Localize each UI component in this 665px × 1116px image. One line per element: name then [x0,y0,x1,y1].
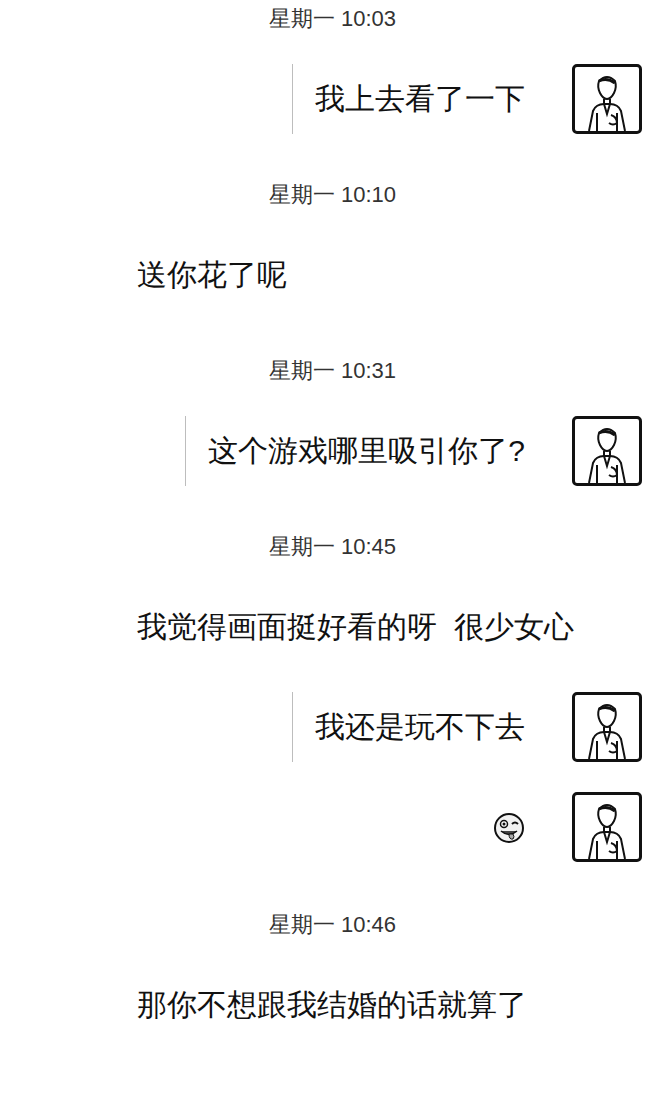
timestamp: 星期一 10:10 [0,180,665,210]
avatar-icon[interactable] [572,416,642,486]
timestamp: 星期一 10:03 [0,4,665,34]
message-bubble[interactable]: 那你不想跟我结婚的话就算了 [115,970,549,1040]
message-bubble[interactable]: 我上去看了一下 [292,64,547,134]
timestamp: 星期一 10:45 [0,532,665,562]
message-bubble[interactable]: 送你花了呢 [115,240,309,310]
message-row: 这个游戏哪里吸引你了? [0,416,665,486]
timestamp: 星期一 10:31 [0,356,665,386]
message-row [0,792,665,864]
message-row: 我觉得画面挺好看的呀 很少女心 [0,592,665,662]
timestamp-text: 星期一 10:03 [269,6,396,31]
timestamp-text: 星期一 10:45 [269,534,396,559]
avatar-icon[interactable] [572,792,642,862]
chat-history: 星期一 10:03 我上去看了一下星期一 10:10 送你花了呢星期一 10:31 这… [0,0,665,1040]
message-text: 那你不想跟我结婚的话就算了 [137,988,527,1021]
message-text: 我上去看了一下 [315,82,525,115]
timestamp-text: 星期一 10:31 [269,358,396,383]
message-row: 送你花了呢 [0,240,665,310]
message-bubble[interactable]: 这个游戏哪里吸引你了? [185,416,547,486]
message-row: 我上去看了一下 [0,64,665,134]
timestamp: 星期一 10:46 [0,910,665,940]
message-bubble[interactable]: 我觉得画面挺好看的呀 很少女心 [115,592,596,662]
timestamp-text: 星期一 10:46 [269,912,396,937]
avatar-icon[interactable] [572,64,642,134]
avatar-icon[interactable] [572,692,642,762]
message-text: 我觉得画面挺好看的呀 很少女心 [137,610,574,643]
emoji-message[interactable] [493,792,547,864]
tongue-face-icon [493,812,525,844]
message-row: 那你不想跟我结婚的话就算了 [0,970,665,1040]
message-bubble[interactable]: 我还是玩不下去 [292,692,547,762]
timestamp-text: 星期一 10:10 [269,182,396,207]
message-text: 我还是玩不下去 [315,710,525,743]
message-row: 我还是玩不下去 [0,692,665,762]
message-text: 送你花了呢 [137,258,287,291]
message-text: 这个游戏哪里吸引你了? [208,434,525,467]
